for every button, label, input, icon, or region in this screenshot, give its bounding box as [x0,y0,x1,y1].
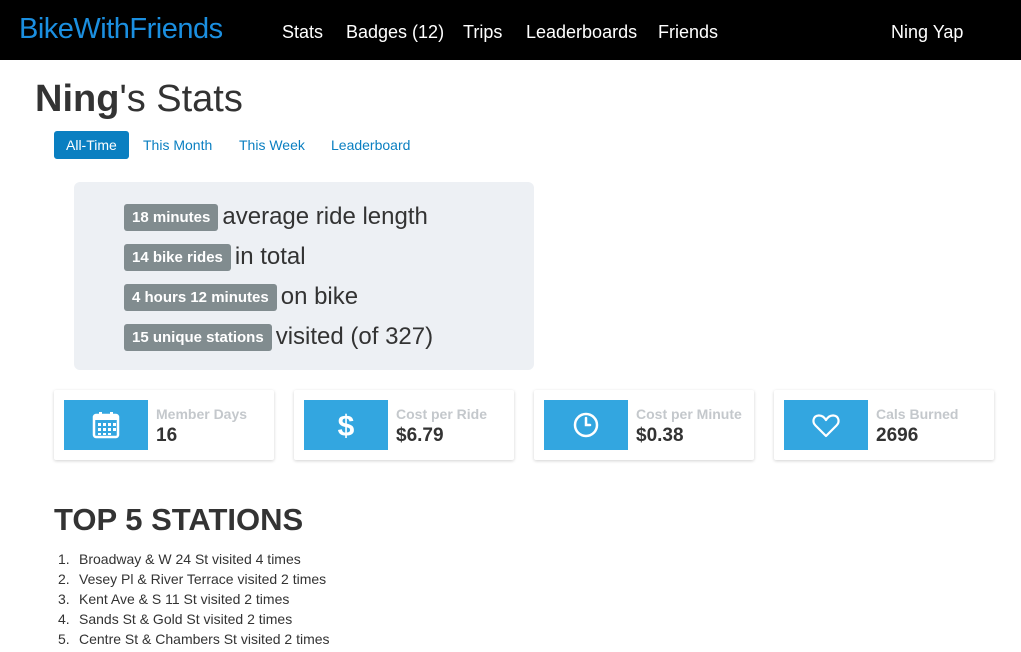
stat-text: on bike [280,283,359,310]
card-label: Cals Burned [876,406,959,422]
tab-all-time[interactable]: All-Time [54,131,129,159]
list-item-text: Kent Ave & S 11 St visited 2 times [79,591,290,607]
stat-text: visited (of 327) [275,323,434,350]
stat-card-member-days: Member Days 16 [54,390,274,460]
stat-text: average ride length [222,203,428,230]
card-label: Cost per Minute [636,406,742,422]
stat-badge: 14 bike rides [124,243,231,271]
clock-icon [544,400,628,450]
list-item-text: Centre St & Chambers St visited 2 times [79,631,330,647]
list-item-text: Broadway & W 24 St visited 4 times [79,551,301,567]
dollar-icon: $ [304,400,388,450]
nav-item-badges[interactable]: Badges (12) [346,22,444,43]
nav-item-stats[interactable]: Stats [282,22,323,43]
page-title-suffix: 's Stats [119,78,243,120]
user-menu[interactable]: Ning Yap [891,22,963,43]
stat-text: in total [234,243,306,270]
card-value: $6.79 [396,425,444,446]
list-item-number: 5. [58,631,70,647]
top-navbar: BikeWithFriends Stats Badges (12) Trips … [0,0,1021,60]
list-item-number: 1. [58,551,70,567]
summary-row: 18 minutes average ride length [124,203,428,231]
card-value: 2696 [876,425,919,446]
stat-badge: 15 unique stations [124,323,272,351]
top-stations-list: 1. Broadway & W 24 St visited 4 times 2. V… [58,550,330,650]
page-title: Ning's Stats [35,78,243,121]
list-item-number: 3. [58,591,70,607]
list-item-number: 2. [58,571,70,587]
list-item: 3. Kent Ave & S 11 St visited 2 times [58,590,330,610]
summary-row: 14 bike rides in total [124,243,306,271]
card-label: Cost per Ride [396,406,488,422]
stat-badge: 4 hours 12 minutes [124,283,277,311]
stat-card-cals-burned: Cals Burned 2696 [774,390,994,460]
nav-item-trips[interactable]: Trips [463,22,502,43]
stats-summary-panel: 18 minutes average ride length 14 bike ri… [74,182,534,370]
heart-icon [784,400,868,450]
page-title-name: Ning [35,78,120,120]
summary-row: 4 hours 12 minutes on bike [124,283,358,311]
list-item: 1. Broadway & W 24 St visited 4 times [58,550,330,570]
list-item-number: 4. [58,611,70,627]
card-value: $0.38 [636,425,684,446]
stat-card-cost-per-ride: $ Cost per Ride $6.79 [294,390,514,460]
list-item: 2. Vesey Pl & River Terrace visited 2 tim… [58,570,330,590]
tab-this-week[interactable]: This Week [227,131,317,159]
tab-leaderboard[interactable]: Leaderboard [319,131,422,159]
brand-logo[interactable]: BikeWithFriends [19,13,223,46]
stat-card-cost-per-minute: Cost per Minute $0.38 [534,390,754,460]
card-label: Member Days [156,406,248,422]
list-item-text: Vesey Pl & River Terrace visited 2 times [79,571,327,587]
stat-badge: 18 minutes [124,203,219,231]
nav-item-leaderboards[interactable]: Leaderboards [526,22,637,43]
tab-this-month[interactable]: This Month [131,131,224,159]
list-item-text: Sands St & Gold St visited 2 times [79,611,293,627]
nav-item-friends[interactable]: Friends [658,22,718,43]
list-item: 4. Sands St & Gold St visited 2 times [58,610,330,630]
summary-row: 15 unique stations visited (of 327) [124,323,433,351]
top-stations-heading: TOP 5 STATIONS [54,502,304,537]
list-item: 5. Centre St & Chambers St visited 2 time… [58,630,330,650]
calendar-icon [64,400,148,450]
svg-text:$: $ [338,410,355,440]
card-value: 16 [156,425,178,446]
